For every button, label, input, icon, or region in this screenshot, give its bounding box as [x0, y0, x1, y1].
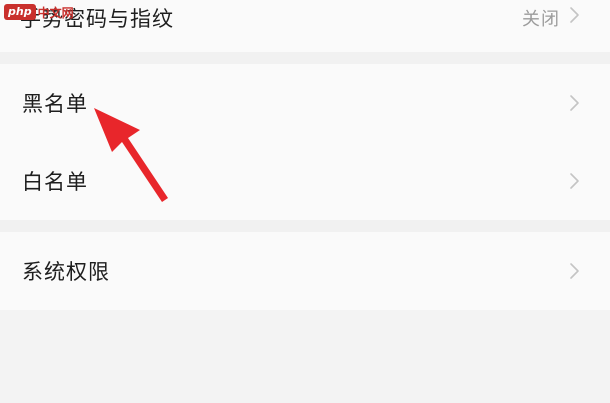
- permissions-section: 系统权限: [0, 232, 610, 310]
- gesture-password-fingerprint-row[interactable]: 手势密码与指纹 关闭: [0, 0, 610, 52]
- chevron-right-icon: [568, 5, 582, 25]
- system-permissions-row[interactable]: 系统权限: [0, 232, 610, 310]
- whitelist-label: 白名单: [22, 170, 88, 194]
- blacklist-row[interactable]: 黑名单: [0, 64, 610, 142]
- whitelist-row[interactable]: 白名单: [0, 142, 610, 220]
- watermark-text: 中文网: [37, 5, 74, 20]
- gesture-password-status: 关闭: [522, 9, 560, 30]
- chevron-right-icon: [568, 93, 582, 113]
- system-permissions-label: 系统权限: [22, 260, 110, 284]
- list-settings-section: 黑名单 白名单: [0, 64, 610, 220]
- section-divider: [0, 52, 610, 64]
- site-watermark: php 中文网: [4, 3, 74, 21]
- section-divider: [0, 220, 610, 232]
- blacklist-label: 黑名单: [22, 92, 88, 116]
- chevron-right-icon: [568, 171, 582, 191]
- security-section: 手势密码与指纹 关闭: [0, 0, 610, 52]
- chevron-right-icon: [568, 261, 582, 281]
- watermark-logo: php: [4, 4, 36, 20]
